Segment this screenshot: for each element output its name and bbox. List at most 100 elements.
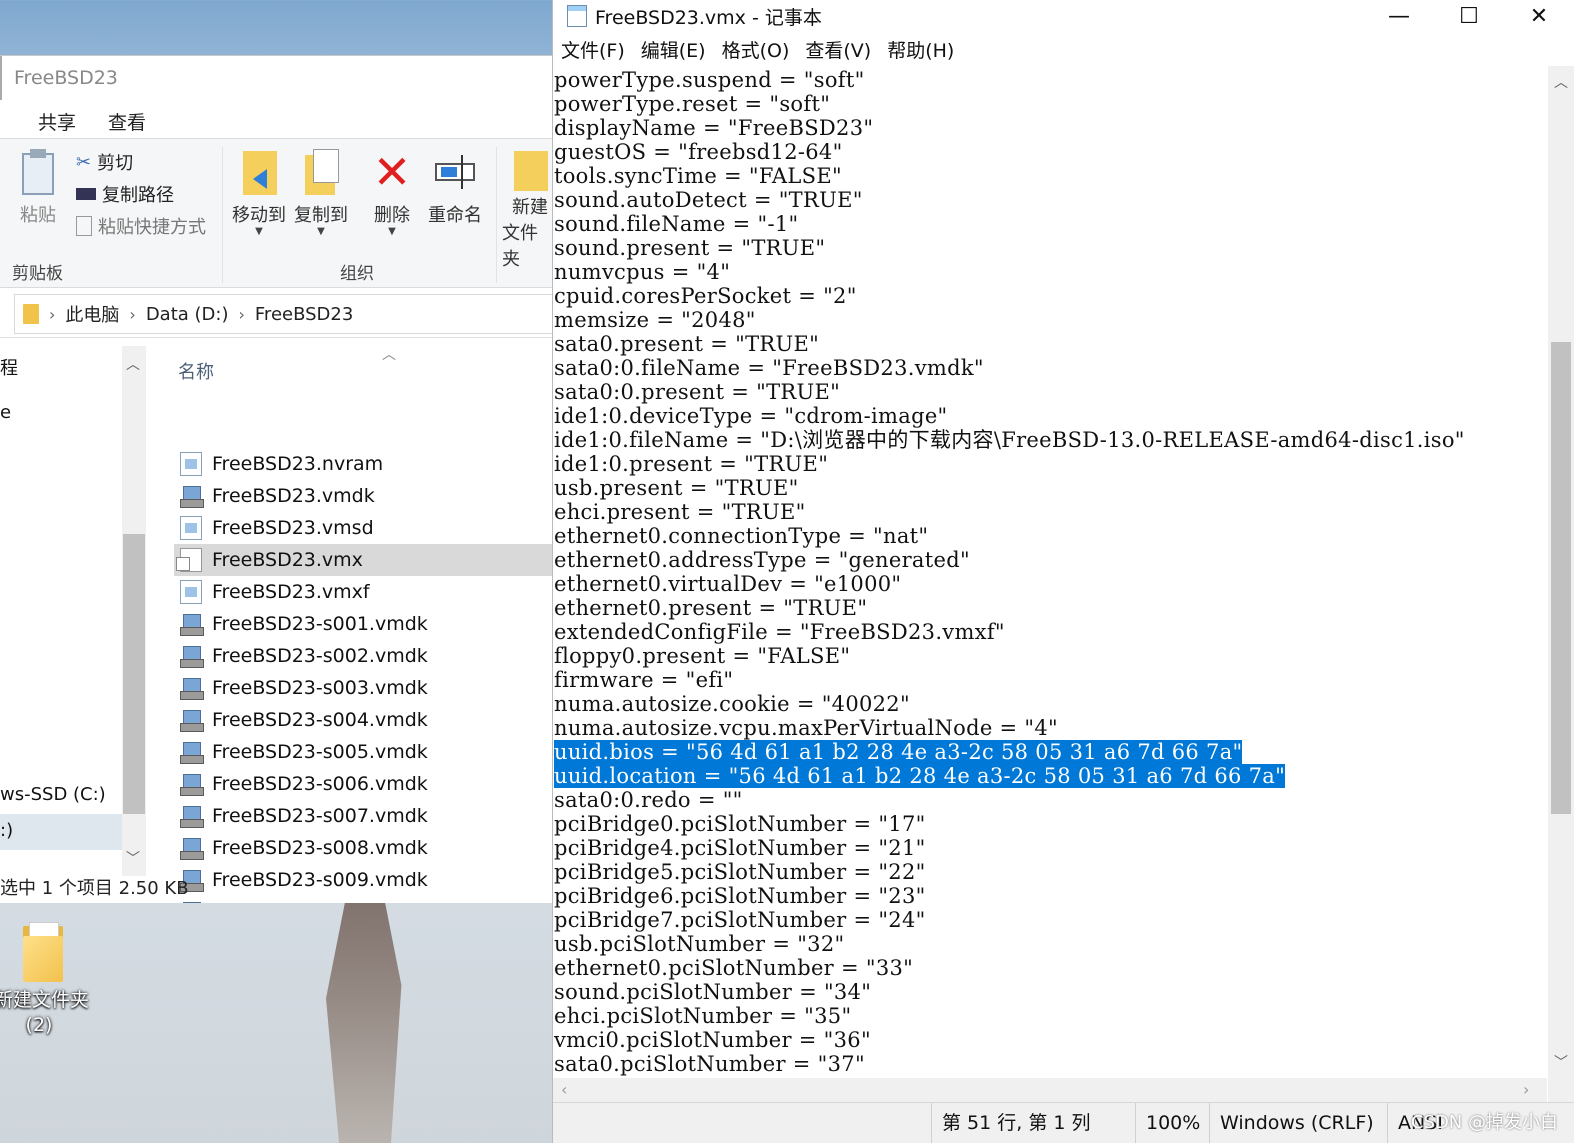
new-folder-icon [502,149,548,197]
text-editor-area[interactable]: powerType.suspend = "soft" powerType.rese… [553,66,1547,1078]
file-row[interactable]: FreeBSD23-s006.vmdk [174,768,552,800]
file-name: FreeBSD23-s010.vmdk [212,901,428,903]
file-row[interactable]: FreeBSD23.vmdk [174,480,552,512]
tab-view[interactable]: 查看 [92,100,162,138]
text-line: sata0.pciSlotNumber = "37" [554,1052,865,1076]
file-name: FreeBSD23.vmdk [212,485,375,507]
ribbon-tabs: 共享 查看 [0,100,552,138]
file-row[interactable]: FreeBSD23.vmx [174,544,552,576]
breadcrumb-data-drive[interactable]: Data (D:) [146,304,229,325]
text-line: numvcpus = "4" [554,260,731,284]
menu-view[interactable]: 查看(V) [805,36,871,63]
rename-button[interactable]: 重命名 [426,149,484,227]
scrollbar-thumb[interactable] [1551,342,1571,814]
breadcrumb-this-pc[interactable]: 此电脑 [65,301,119,327]
file-row[interactable]: FreeBSD23.nvram [174,448,552,480]
file-icon [180,516,202,540]
virtual-disk-icon [180,900,202,903]
text-line: vmci0.pciSlotNumber = "36" [554,1028,871,1052]
delete-button[interactable]: ✕ 删除 ▼ [370,149,414,237]
file-row[interactable]: FreeBSD23-s009.vmdk [174,864,552,896]
editor-vertical-scrollbar[interactable]: ︿ ﹀ [1548,66,1574,1078]
file-row[interactable]: FreeBSD23.vmxf [174,576,552,608]
text-line: sata0:0.fileName = "FreeBSD23.vmdk" [554,356,984,380]
group-clipboard-label: 剪贴板 [12,264,63,284]
chevron-right-icon[interactable]: › [1523,1080,1529,1099]
text-line: guestOS = "freebsd12-64" [554,140,843,164]
text-line: pciBridge7.pciSlotNumber = "24" [554,908,926,932]
file-row[interactable]: FreeBSD23.vmsd [174,512,552,544]
virtual-disk-icon [180,644,204,668]
copy-path-button[interactable]: 复制路径 [76,181,174,207]
notepad-icon [567,5,587,27]
menu-bar: 文件(F) 编辑(E) 格式(O) 查看(V) 帮助(H) [553,32,1574,66]
file-row[interactable]: FreeBSD23-s007.vmdk [174,800,552,832]
text-line: floppy0.present = "FALSE" [554,644,851,668]
text-line: pciBridge6.pciSlotNumber = "23" [554,884,926,908]
new-folder-button[interactable]: 新建 文件夹 [502,149,552,271]
paste-shortcut-button[interactable]: 粘贴快捷方式 [76,213,206,239]
file-row[interactable]: FreeBSD23-s004.vmdk [174,704,552,736]
chevron-up-icon[interactable]: ︿ [1554,72,1568,92]
delete-x-icon: ✕ [372,145,412,199]
chevron-up-icon[interactable]: ︿ [126,354,140,374]
nav-item-c-drive[interactable]: ws-SSD (C:) [0,784,106,805]
scrollbar-thumb[interactable] [123,534,145,814]
explorer-status: 选中 1 个项目 2.50 KB [0,878,189,899]
breadcrumb-freebsd23[interactable]: FreeBSD23 [255,304,353,325]
desktop-folder-new[interactable]: 新建文件夹 (2) [0,922,89,1038]
chevron-down-icon[interactable]: ﹀ [1554,1052,1568,1072]
menu-edit[interactable]: 编辑(E) [641,36,706,63]
text-line: ethernet0.connectionType = "nat" [554,524,929,548]
file-row[interactable]: FreeBSD23-s008.vmdk [174,832,552,864]
text-line: sound.pciSlotNumber = "34" [554,980,872,1004]
text-line: sata0:0.present = "TRUE" [554,380,841,404]
copy-to-button[interactable]: 复制到 ▼ [292,149,350,237]
cursor-position: 第 51 行, 第 1 列 [931,1103,1135,1143]
menu-file[interactable]: 文件(F) [561,36,625,63]
text-line: ehci.pciSlotNumber = "35" [554,1004,852,1028]
nav-item[interactable]: e [0,402,11,423]
minimize-button[interactable]: — [1364,0,1434,32]
nav-scrollbar[interactable]: ︿ ﹀ [122,346,146,876]
file-row[interactable]: FreeBSD23-s003.vmdk [174,672,552,704]
virtual-disk-icon [180,676,204,700]
menu-format[interactable]: 格式(O) [722,36,790,63]
text-line: ide1:0.present = "TRUE" [554,452,829,476]
scissors-icon: ✂ [76,151,92,173]
ribbon-toolbar: 粘贴 ✂ 剪切 复制路径 粘贴快捷方式 剪贴板 移动到 ▼ 复制到 ▼ ✕ 删除… [0,138,552,288]
nav-item[interactable]: 程 [0,354,18,380]
file-name: FreeBSD23-s005.vmdk [212,741,428,763]
paste-button[interactable]: 粘贴 [16,149,60,227]
chevron-right-icon: › [238,304,245,324]
maximize-button[interactable]: ☐ [1434,0,1504,32]
file-name: FreeBSD23.vmxf [212,581,370,603]
column-header-name[interactable]: 名称 [178,358,214,384]
text-line: numa.autosize.cookie = "40022" [554,692,910,716]
virtual-disk-icon [180,484,204,508]
text-line: extendedConfigFile = "FreeBSD23.vmxf" [554,620,1005,644]
vm-config-icon [176,548,202,572]
menu-help[interactable]: 帮助(H) [887,36,954,63]
tab-share[interactable]: 共享 [22,100,92,138]
chevron-left-icon[interactable]: ‹ [561,1080,567,1099]
copy-to-icon [299,149,343,197]
path-icon [76,188,96,200]
csdn-watermark: CSDN @掉发小白 [1410,1112,1558,1133]
group-organize-label: 组织 [340,264,374,284]
file-row[interactable]: FreeBSD23-s010.vmdk [174,896,552,903]
file-row[interactable]: FreeBSD23-s001.vmdk [174,608,552,640]
file-row[interactable]: FreeBSD23-s002.vmdk [174,640,552,672]
text-line: sata0.present = "TRUE" [554,332,820,356]
file-row[interactable]: FreeBSD23-s005.vmdk [174,736,552,768]
move-to-button[interactable]: 移动到 ▼ [230,149,288,237]
chevron-down-icon[interactable]: ﹀ [126,848,140,868]
chevron-right-icon: › [129,304,136,324]
file-name: FreeBSD23-s006.vmdk [212,773,428,795]
address-bar[interactable]: › 此电脑 › Data (D:) › FreeBSD23 [0,292,552,338]
close-button[interactable]: ✕ [1504,0,1574,32]
cut-button[interactable]: ✂ 剪切 [76,149,133,175]
nav-item-d-drive[interactable]: :) [0,820,13,841]
text-line: numa.autosize.vcpu.maxPerVirtualNode = "… [554,716,1059,740]
editor-horizontal-scrollbar[interactable]: ‹ › [553,1078,1547,1102]
